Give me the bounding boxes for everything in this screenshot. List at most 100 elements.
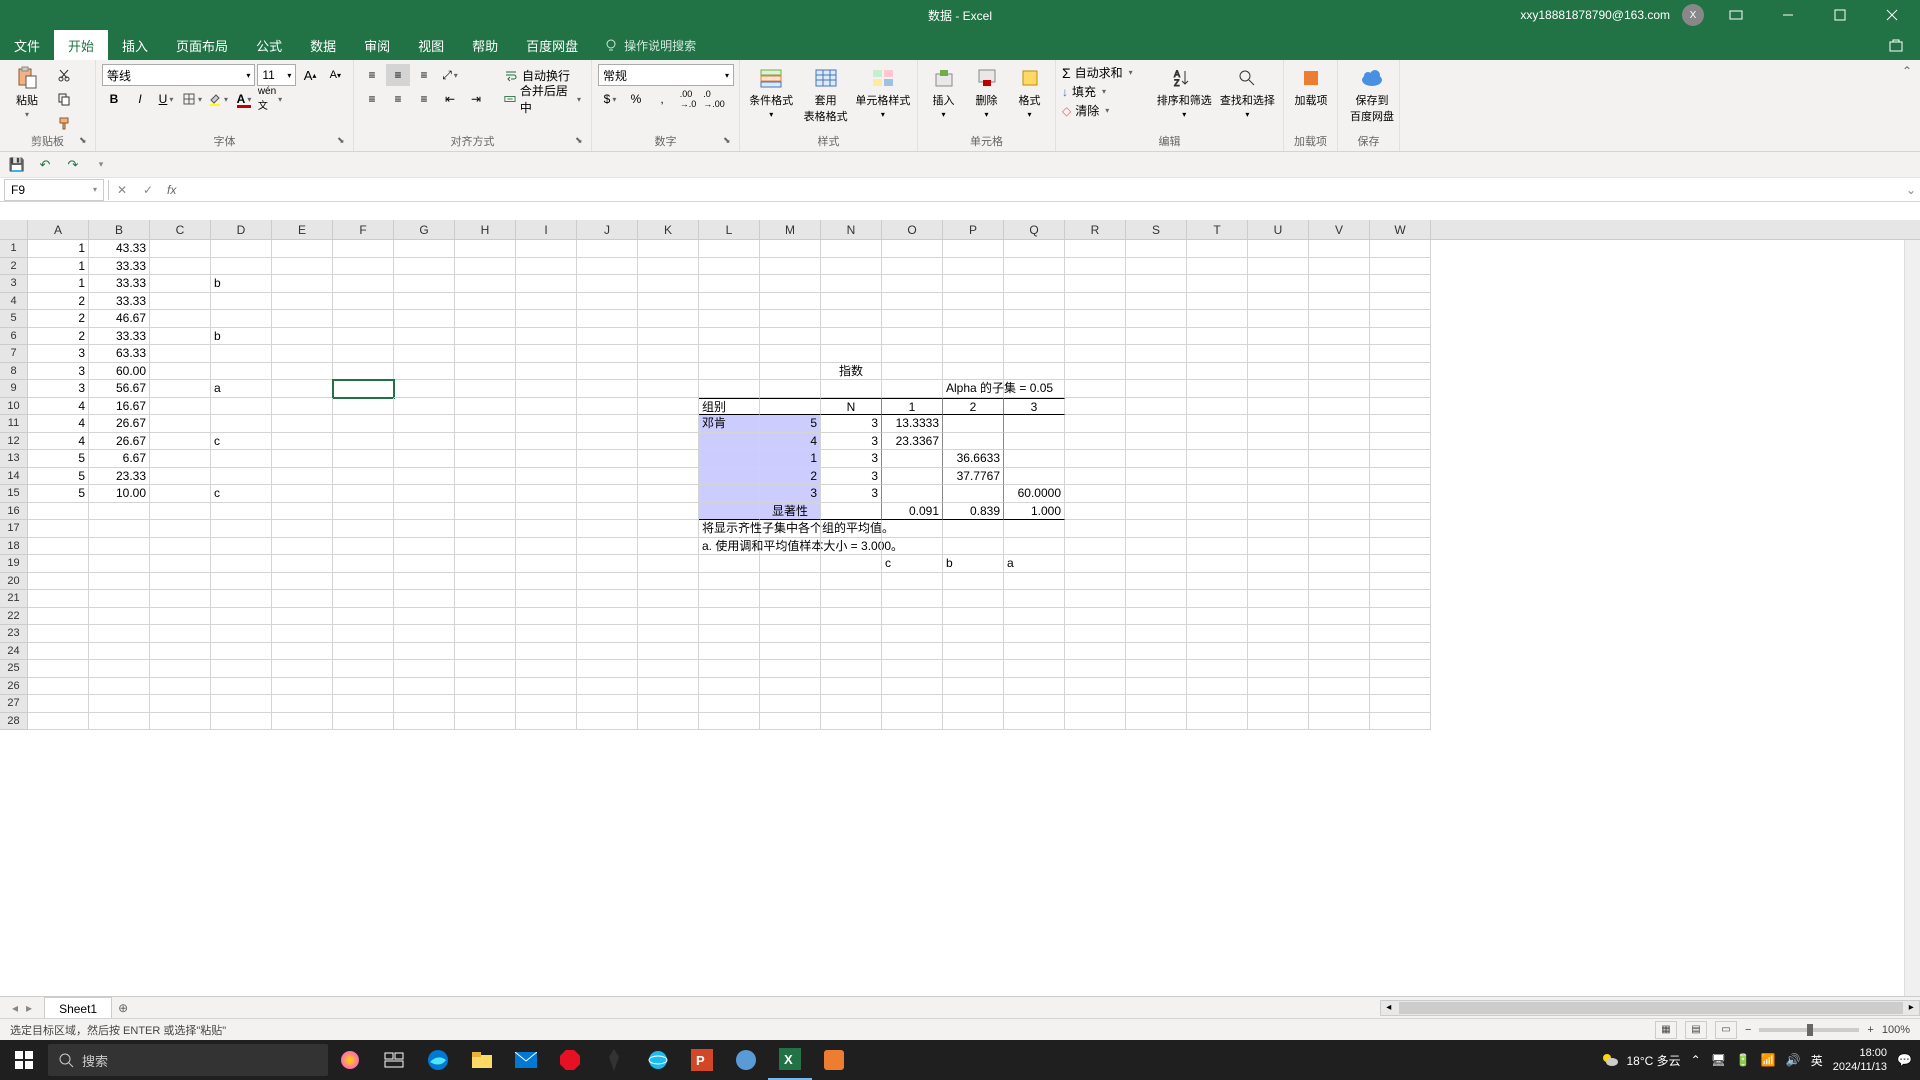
cell[interactable] (943, 310, 1004, 328)
cell[interactable] (1309, 380, 1370, 398)
enter-formula-icon[interactable]: ✓ (135, 183, 161, 197)
cell[interactable] (1126, 643, 1187, 661)
cell[interactable] (699, 503, 760, 521)
cell[interactable] (699, 713, 760, 731)
cell[interactable] (821, 695, 882, 713)
cell[interactable] (1126, 573, 1187, 591)
cell[interactable]: N (821, 398, 882, 416)
row-header[interactable]: 28 (0, 713, 28, 731)
cell[interactable] (699, 328, 760, 346)
cell[interactable]: 60.0000 (1004, 485, 1065, 503)
cell[interactable] (1187, 398, 1248, 416)
fill-button[interactable]: ↓填充 (1062, 83, 1151, 100)
border-button[interactable] (180, 88, 204, 110)
row-header[interactable]: 20 (0, 573, 28, 591)
cell[interactable] (882, 328, 943, 346)
cell[interactable] (455, 293, 516, 311)
cell[interactable] (150, 293, 211, 311)
cell[interactable] (333, 275, 394, 293)
cell[interactable]: 2 (943, 398, 1004, 416)
cell[interactable] (211, 503, 272, 521)
cell[interactable] (89, 590, 150, 608)
maximize-icon[interactable] (1820, 0, 1860, 30)
cell[interactable] (882, 590, 943, 608)
cell[interactable] (1126, 450, 1187, 468)
cell[interactable] (943, 678, 1004, 696)
cell[interactable]: 1 (28, 258, 89, 276)
cell[interactable] (1309, 345, 1370, 363)
cell[interactable] (272, 415, 333, 433)
cell[interactable] (272, 608, 333, 626)
cell[interactable] (638, 258, 699, 276)
weather-widget[interactable]: 18°C 多云 (1600, 1050, 1680, 1070)
cell[interactable] (1187, 485, 1248, 503)
cell[interactable] (1004, 240, 1065, 258)
cell[interactable] (882, 275, 943, 293)
cell[interactable] (638, 713, 699, 731)
cell[interactable] (1187, 643, 1248, 661)
cell[interactable] (150, 240, 211, 258)
tray-wifi-icon[interactable]: 📶 (1761, 1053, 1776, 1067)
share-button[interactable] (1872, 30, 1920, 60)
cell[interactable] (1004, 433, 1065, 451)
select-all-corner[interactable] (0, 220, 28, 239)
column-header[interactable]: B (89, 220, 150, 239)
ribbon-display-icon[interactable] (1716, 0, 1756, 30)
cell[interactable] (211, 713, 272, 731)
cell[interactable] (1004, 450, 1065, 468)
cell[interactable] (1309, 433, 1370, 451)
cell[interactable] (211, 625, 272, 643)
cell[interactable] (28, 713, 89, 731)
cell[interactable] (516, 415, 577, 433)
cell[interactable] (1126, 328, 1187, 346)
cell[interactable] (577, 573, 638, 591)
cell[interactable] (1126, 415, 1187, 433)
cell[interactable] (821, 608, 882, 626)
cell[interactable]: 33.33 (89, 328, 150, 346)
clipboard-launcher[interactable]: ⬊ (79, 135, 91, 147)
cell[interactable] (150, 643, 211, 661)
cell[interactable]: 2 (28, 293, 89, 311)
row-header[interactable]: 14 (0, 468, 28, 486)
cell[interactable]: 3 (28, 380, 89, 398)
cell[interactable] (1065, 625, 1126, 643)
cell[interactable] (1248, 503, 1309, 521)
cell[interactable] (333, 468, 394, 486)
add-sheet-icon[interactable]: ⊕ (112, 1001, 134, 1015)
cell[interactable]: 33.33 (89, 258, 150, 276)
cell[interactable] (211, 573, 272, 591)
cell[interactable] (1004, 608, 1065, 626)
cell[interactable] (1309, 258, 1370, 276)
cell[interactable] (455, 555, 516, 573)
cell[interactable] (760, 590, 821, 608)
column-header[interactable]: U (1248, 220, 1309, 239)
cell[interactable] (333, 398, 394, 416)
cell[interactable] (150, 538, 211, 556)
cell[interactable] (1187, 345, 1248, 363)
column-header[interactable]: O (882, 220, 943, 239)
cell[interactable]: 33.33 (89, 293, 150, 311)
undo-icon[interactable]: ↶ (36, 156, 54, 174)
fx-icon[interactable]: fx (161, 183, 182, 197)
cell[interactable]: 4 (28, 415, 89, 433)
cell[interactable] (1187, 625, 1248, 643)
format-painter-button[interactable] (52, 112, 76, 134)
cell[interactable]: 23.3367 (882, 433, 943, 451)
cell[interactable] (516, 293, 577, 311)
cell[interactable] (394, 678, 455, 696)
cell[interactable] (211, 660, 272, 678)
user-email[interactable]: xxy18881878790@163.com (1520, 8, 1670, 22)
cell[interactable] (89, 520, 150, 538)
cell[interactable] (1187, 310, 1248, 328)
cell[interactable] (89, 573, 150, 591)
cell[interactable]: b (211, 328, 272, 346)
cell[interactable] (516, 678, 577, 696)
cell[interactable] (1065, 503, 1126, 521)
cell[interactable] (1004, 380, 1065, 398)
cell[interactable] (394, 538, 455, 556)
tray-chevron-icon[interactable]: ⌃ (1691, 1053, 1701, 1067)
font-size-combo[interactable]: 11▾ (257, 64, 296, 86)
cell[interactable] (455, 258, 516, 276)
cell[interactable] (211, 555, 272, 573)
cell[interactable] (1248, 695, 1309, 713)
